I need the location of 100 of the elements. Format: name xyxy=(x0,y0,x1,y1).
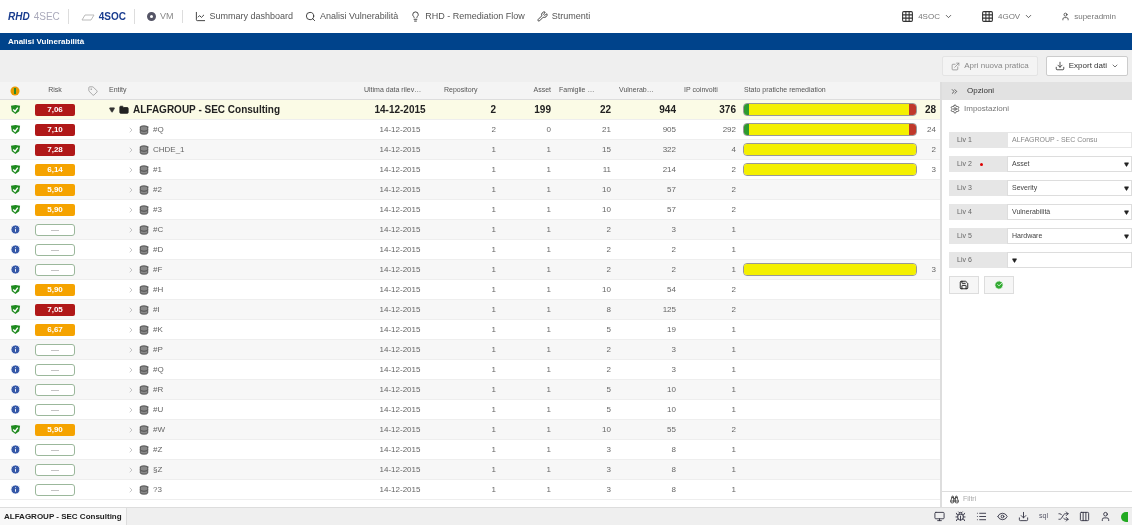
shuffle-icon[interactable] xyxy=(1058,511,1069,522)
table-cell-text: 14-12-2015 xyxy=(378,143,422,156)
list-icon[interactable] xyxy=(976,511,988,522)
entity-name: #H xyxy=(153,283,164,296)
product-name: 4SEC xyxy=(33,10,60,24)
table-row[interactable]: 5,90 #W 14-12-2015 1 1 10 55 2 xyxy=(0,420,940,440)
caret-icon xyxy=(1124,233,1129,239)
check-shield-icon xyxy=(9,164,21,175)
export-button[interactable]: Export dati xyxy=(1045,56,1128,76)
module-link[interactable]: 4SOC xyxy=(80,9,136,24)
expand-icon[interactable] xyxy=(127,125,135,134)
user-icon[interactable] xyxy=(1100,511,1111,522)
expand-icon[interactable] xyxy=(127,305,135,314)
expand-icon[interactable] xyxy=(127,145,135,154)
entity-name: #I xyxy=(153,303,160,316)
nav-link[interactable]: Analisi Vulnerabilità xyxy=(305,9,399,24)
table-row[interactable]: 7,06 ALFAGROUP - SEC Consulting 14-12-2015 2 199 22 944 376 28 xyxy=(0,100,940,120)
expand-icon[interactable] xyxy=(127,225,135,234)
check-shield-icon xyxy=(9,104,21,115)
table-cell-text: 1 xyxy=(730,263,737,276)
expand-icon[interactable] xyxy=(127,325,135,334)
table-cell-text: 10 xyxy=(666,403,677,416)
panel-header[interactable]: Opzioni xyxy=(942,82,1132,100)
expand-icon[interactable] xyxy=(127,265,135,274)
expand-icon[interactable] xyxy=(127,345,135,354)
nav-link[interactable]: Summary dashboard xyxy=(194,9,294,24)
info-icon xyxy=(9,404,21,415)
table-row[interactable]: — #R 14-12-2015 1 1 5 10 1 xyxy=(0,380,940,400)
table-cell-text: 10 xyxy=(601,423,612,436)
table-row[interactable]: 7,10 #Q 14-12-2015 2 0 21 905 292 24 xyxy=(0,120,940,140)
table-cell-text: 2 xyxy=(730,303,737,316)
table-cell-text: 376 xyxy=(718,103,737,117)
expand-icon[interactable] xyxy=(127,365,135,374)
confirm-button[interactable] xyxy=(984,276,1014,294)
table-cell-text: 1 xyxy=(490,423,497,436)
download-icon[interactable] xyxy=(1018,511,1030,522)
table-row[interactable]: 7,28 CHDE_1 14-12-2015 1 1 15 322 4 2 xyxy=(0,140,940,160)
nav-link[interactable]: RHD - Remediation Flow xyxy=(410,9,525,24)
table-cell-text: 10 xyxy=(601,203,612,216)
expand-icon[interactable] xyxy=(127,165,135,174)
external-link-icon xyxy=(951,61,961,71)
table-cell-text: 1 xyxy=(545,283,552,296)
collapse-icon[interactable] xyxy=(109,106,115,113)
table-cell-text: 1 xyxy=(490,363,497,376)
module-link[interactable]: VM xyxy=(147,9,183,24)
app-switcher[interactable]: 4GOV xyxy=(980,10,1034,23)
table-cell-text: 1 xyxy=(545,443,552,456)
table-cell-text: 1 xyxy=(545,143,552,156)
table-cell-text: 5 xyxy=(605,323,612,336)
columns-icon[interactable] xyxy=(1079,511,1090,522)
table-cell-text: 14-12-2015 xyxy=(378,303,422,316)
table-row[interactable]: 6,14 #1 14-12-2015 1 1 11 214 2 3 xyxy=(0,160,940,180)
user-menu[interactable]: superadmin xyxy=(1061,10,1116,23)
entity-name: CHDE_1 xyxy=(153,143,185,156)
expand-icon[interactable] xyxy=(127,205,135,214)
table-cell-text: 1 xyxy=(490,343,497,356)
app-switcher[interactable]: 4SOC xyxy=(901,10,953,23)
table-row[interactable]: — §Z 14-12-2015 1 1 3 8 1 xyxy=(0,460,940,480)
expand-icon[interactable] xyxy=(127,465,135,474)
table-row[interactable]: — #P 14-12-2015 1 1 2 3 1 xyxy=(0,340,940,360)
expand-icon[interactable] xyxy=(127,445,135,454)
expand-icon[interactable] xyxy=(127,185,135,194)
eye-icon[interactable] xyxy=(997,511,1009,522)
table-cell-text: 14-12-2015 xyxy=(378,263,422,276)
monitor-icon[interactable] xyxy=(934,511,946,522)
table-cell-text: 10 xyxy=(601,183,612,196)
table-row[interactable]: — #C 14-12-2015 1 1 2 3 1 xyxy=(0,220,940,240)
risk-badge: — xyxy=(35,383,75,396)
entity-name: #R xyxy=(153,383,164,396)
save-button[interactable] xyxy=(949,276,979,294)
table-cell-text: 2 xyxy=(730,163,737,176)
footer-tab[interactable]: ALFAGROUP - SEC Consulting xyxy=(0,508,127,525)
level-select[interactable] xyxy=(1007,252,1132,268)
table-cell-text: 24 xyxy=(926,123,937,136)
table-cell-text: 2 xyxy=(730,283,737,296)
expand-icon[interactable] xyxy=(127,405,135,414)
info-icon xyxy=(9,484,21,495)
expand-icon[interactable] xyxy=(127,425,135,434)
expand-icon[interactable] xyxy=(127,385,135,394)
expand-icon[interactable] xyxy=(127,285,135,294)
table-row[interactable]: — #F 14-12-2015 1 1 2 2 1 3 xyxy=(0,260,940,280)
risk-badge: — xyxy=(35,483,75,496)
bug-icon[interactable] xyxy=(955,511,967,522)
caret-icon xyxy=(1012,257,1017,263)
expand-icon[interactable] xyxy=(127,485,135,494)
nav-link[interactable]: Strumenti xyxy=(536,9,591,24)
check-shield-icon xyxy=(9,324,21,335)
table-cell-text: 3 xyxy=(605,483,612,496)
table-cell-text: 1 xyxy=(490,443,497,456)
table-cell-text: 11 xyxy=(601,163,612,176)
entity-name: #1 xyxy=(153,163,162,176)
table-cell-text: 14-12-2015 xyxy=(378,423,422,436)
logo[interactable]: RHD xyxy=(8,9,30,24)
expand-icon[interactable] xyxy=(127,245,135,254)
table-row[interactable]: 7,05 #I 14-12-2015 1 1 8 125 2 xyxy=(0,300,940,320)
server-icon xyxy=(139,384,149,395)
risk-badge: 7,28 xyxy=(35,143,75,156)
table-row[interactable]: 5,90 #2 14-12-2015 1 1 10 57 2 xyxy=(0,180,940,200)
risk-badge: 5,90 xyxy=(35,183,75,196)
table-cell-text: 14-12-2015 xyxy=(378,123,422,136)
